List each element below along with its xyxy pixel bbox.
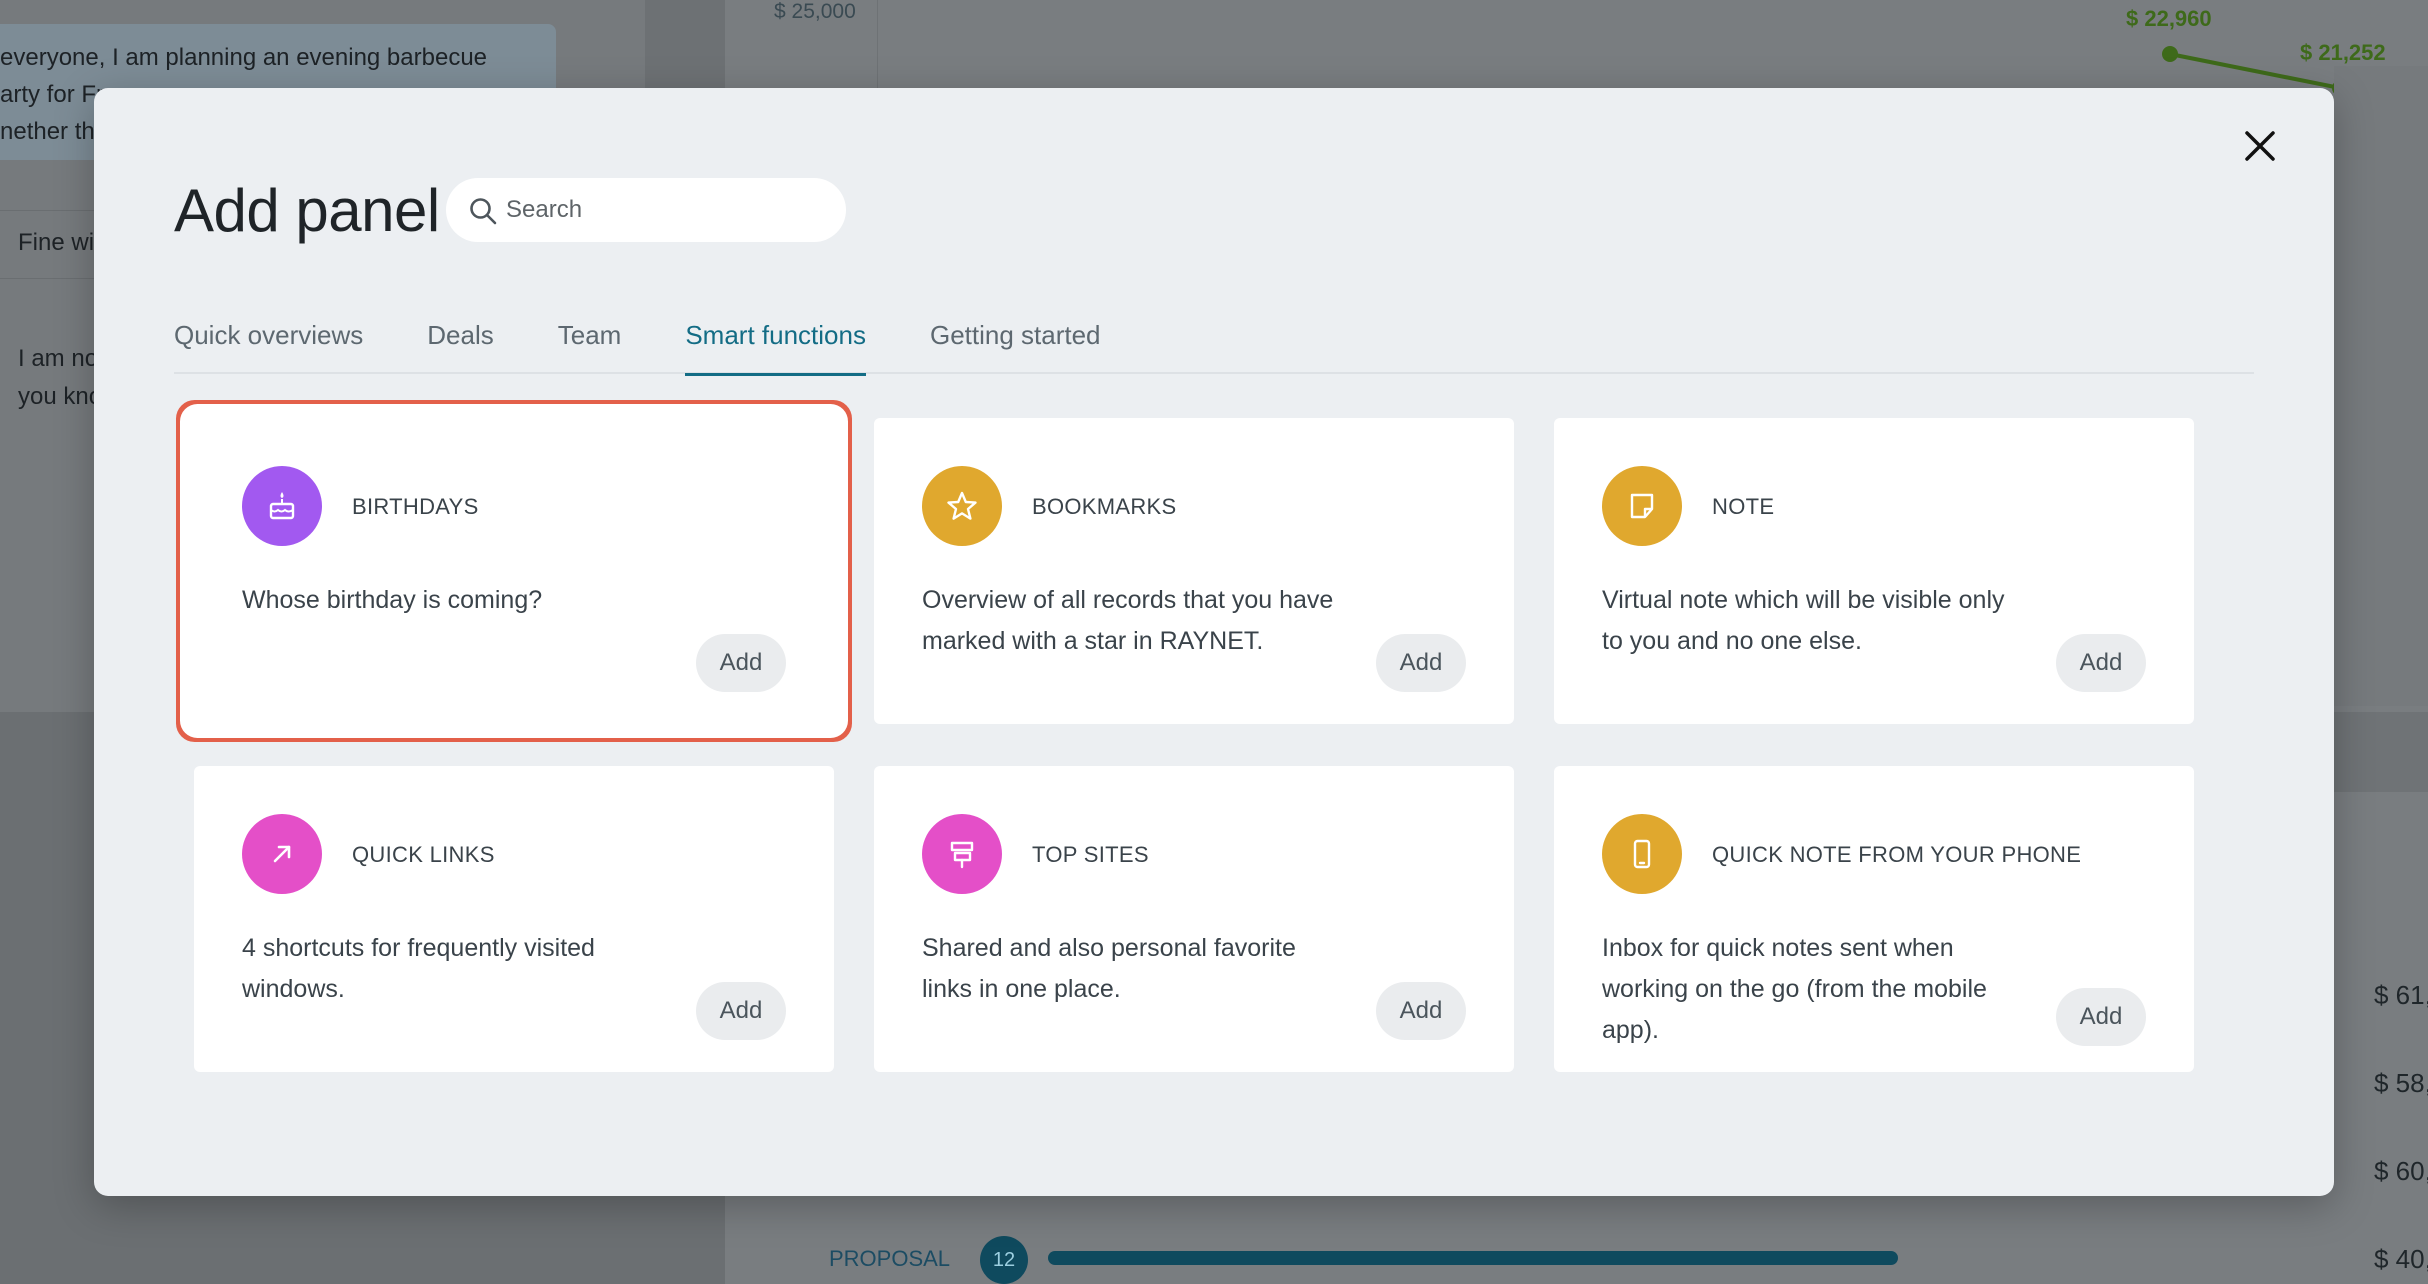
card-title: NOTE bbox=[1712, 494, 1775, 519]
chat-message-line: I am no bbox=[18, 345, 99, 372]
chat-message-line: arty for Fr bbox=[0, 81, 105, 108]
card-title: QUICK LINKS bbox=[352, 842, 495, 867]
note-icon bbox=[1602, 466, 1682, 546]
chart-y-tick: $ 25,000 bbox=[774, 0, 856, 23]
chat-message-line: nether the bbox=[0, 118, 109, 145]
pipeline-progress-bar bbox=[1048, 1251, 1898, 1265]
chat-message-line: you kno bbox=[18, 383, 103, 410]
add-button[interactable]: Add bbox=[1376, 982, 1466, 1040]
card-description: Overview of all records that you have ma… bbox=[922, 586, 1334, 655]
tab-quick-overviews[interactable]: Quick overviews bbox=[174, 318, 363, 374]
deal-value: $ 58, bbox=[2374, 1068, 2428, 1098]
tab-deals[interactable]: Deals bbox=[427, 318, 493, 374]
add-button[interactable]: Add bbox=[696, 634, 786, 692]
search-box[interactable] bbox=[446, 178, 846, 242]
panel-card-birthdays[interactable]: BIRTHDAYS Whose birthday is coming? Add bbox=[194, 418, 834, 724]
close-icon bbox=[2245, 131, 2275, 161]
tab-getting-started[interactable]: Getting started bbox=[930, 318, 1101, 374]
add-button[interactable]: Add bbox=[2056, 634, 2146, 692]
star-icon bbox=[922, 466, 1002, 546]
add-button[interactable]: Add bbox=[1376, 634, 1466, 692]
pipeline-stage-label: PROPOSAL bbox=[829, 1246, 951, 1271]
card-description: Whose birthday is coming? bbox=[242, 586, 543, 614]
deal-value: $ 60, bbox=[2374, 1156, 2428, 1186]
card-title: QUICK NOTE FROM YOUR PHONE bbox=[1712, 842, 2082, 867]
search-icon bbox=[470, 198, 497, 225]
cake-icon bbox=[242, 466, 322, 546]
card-title: BOOKMARKS bbox=[1032, 494, 1177, 519]
add-button[interactable]: Add bbox=[2056, 988, 2146, 1046]
card-description: Inbox for quick notes sent when working … bbox=[1602, 934, 1987, 1044]
panel-cards-grid: BIRTHDAYS Whose birthday is coming? Add … bbox=[194, 418, 2194, 1168]
chat-message-line: everyone, I am planning an evening barbe… bbox=[0, 44, 488, 71]
deal-value: $ 61, bbox=[2374, 980, 2428, 1010]
chart-data-label: $ 22,960 bbox=[2126, 6, 2212, 31]
card-description: Shared and also personal favorite links … bbox=[922, 934, 1296, 1003]
panel-card-quick-links[interactable]: QUICK LINKS 4 shortcuts for frequently v… bbox=[194, 766, 834, 1072]
dashboard-strip bbox=[2334, 66, 2428, 706]
phone-icon bbox=[1602, 814, 1682, 894]
chat-message-line: Fine wi bbox=[18, 229, 95, 256]
tab-team[interactable]: Team bbox=[558, 318, 622, 374]
panel-card-bookmarks[interactable]: BOOKMARKS Overview of all records that y… bbox=[874, 418, 1514, 724]
add-panel-modal: Add panel Quick overviews Deals Team Sma… bbox=[94, 88, 2334, 1196]
card-description: 4 shortcuts for frequently visited windo… bbox=[242, 934, 595, 1003]
panel-card-top-sites[interactable]: TOP SITES Shared and also personal favor… bbox=[874, 766, 1514, 1072]
close-button[interactable] bbox=[2238, 124, 2282, 168]
card-description: Virtual note which will be visible only … bbox=[1602, 586, 2005, 655]
tab-smart-functions[interactable]: Smart functions bbox=[685, 318, 866, 376]
add-button[interactable]: Add bbox=[696, 982, 786, 1040]
arrow-up-right-icon bbox=[242, 814, 322, 894]
modal-title: Add panel bbox=[174, 177, 440, 244]
card-title: TOP SITES bbox=[1032, 842, 1149, 867]
signpost-icon bbox=[922, 814, 1002, 894]
panel-card-note[interactable]: NOTE Virtual note which will be visible … bbox=[1554, 418, 2194, 724]
pipeline-count-badge: 12 bbox=[980, 1236, 1028, 1284]
panel-card-quick-note-phone[interactable]: QUICK NOTE FROM YOUR PHONE Inbox for qui… bbox=[1554, 766, 2194, 1072]
category-tabs: Quick overviews Deals Team Smart functio… bbox=[174, 318, 2254, 376]
card-title: BIRTHDAYS bbox=[352, 494, 479, 519]
search-input[interactable] bbox=[506, 196, 826, 224]
deal-value: $ 40, bbox=[2374, 1244, 2428, 1274]
